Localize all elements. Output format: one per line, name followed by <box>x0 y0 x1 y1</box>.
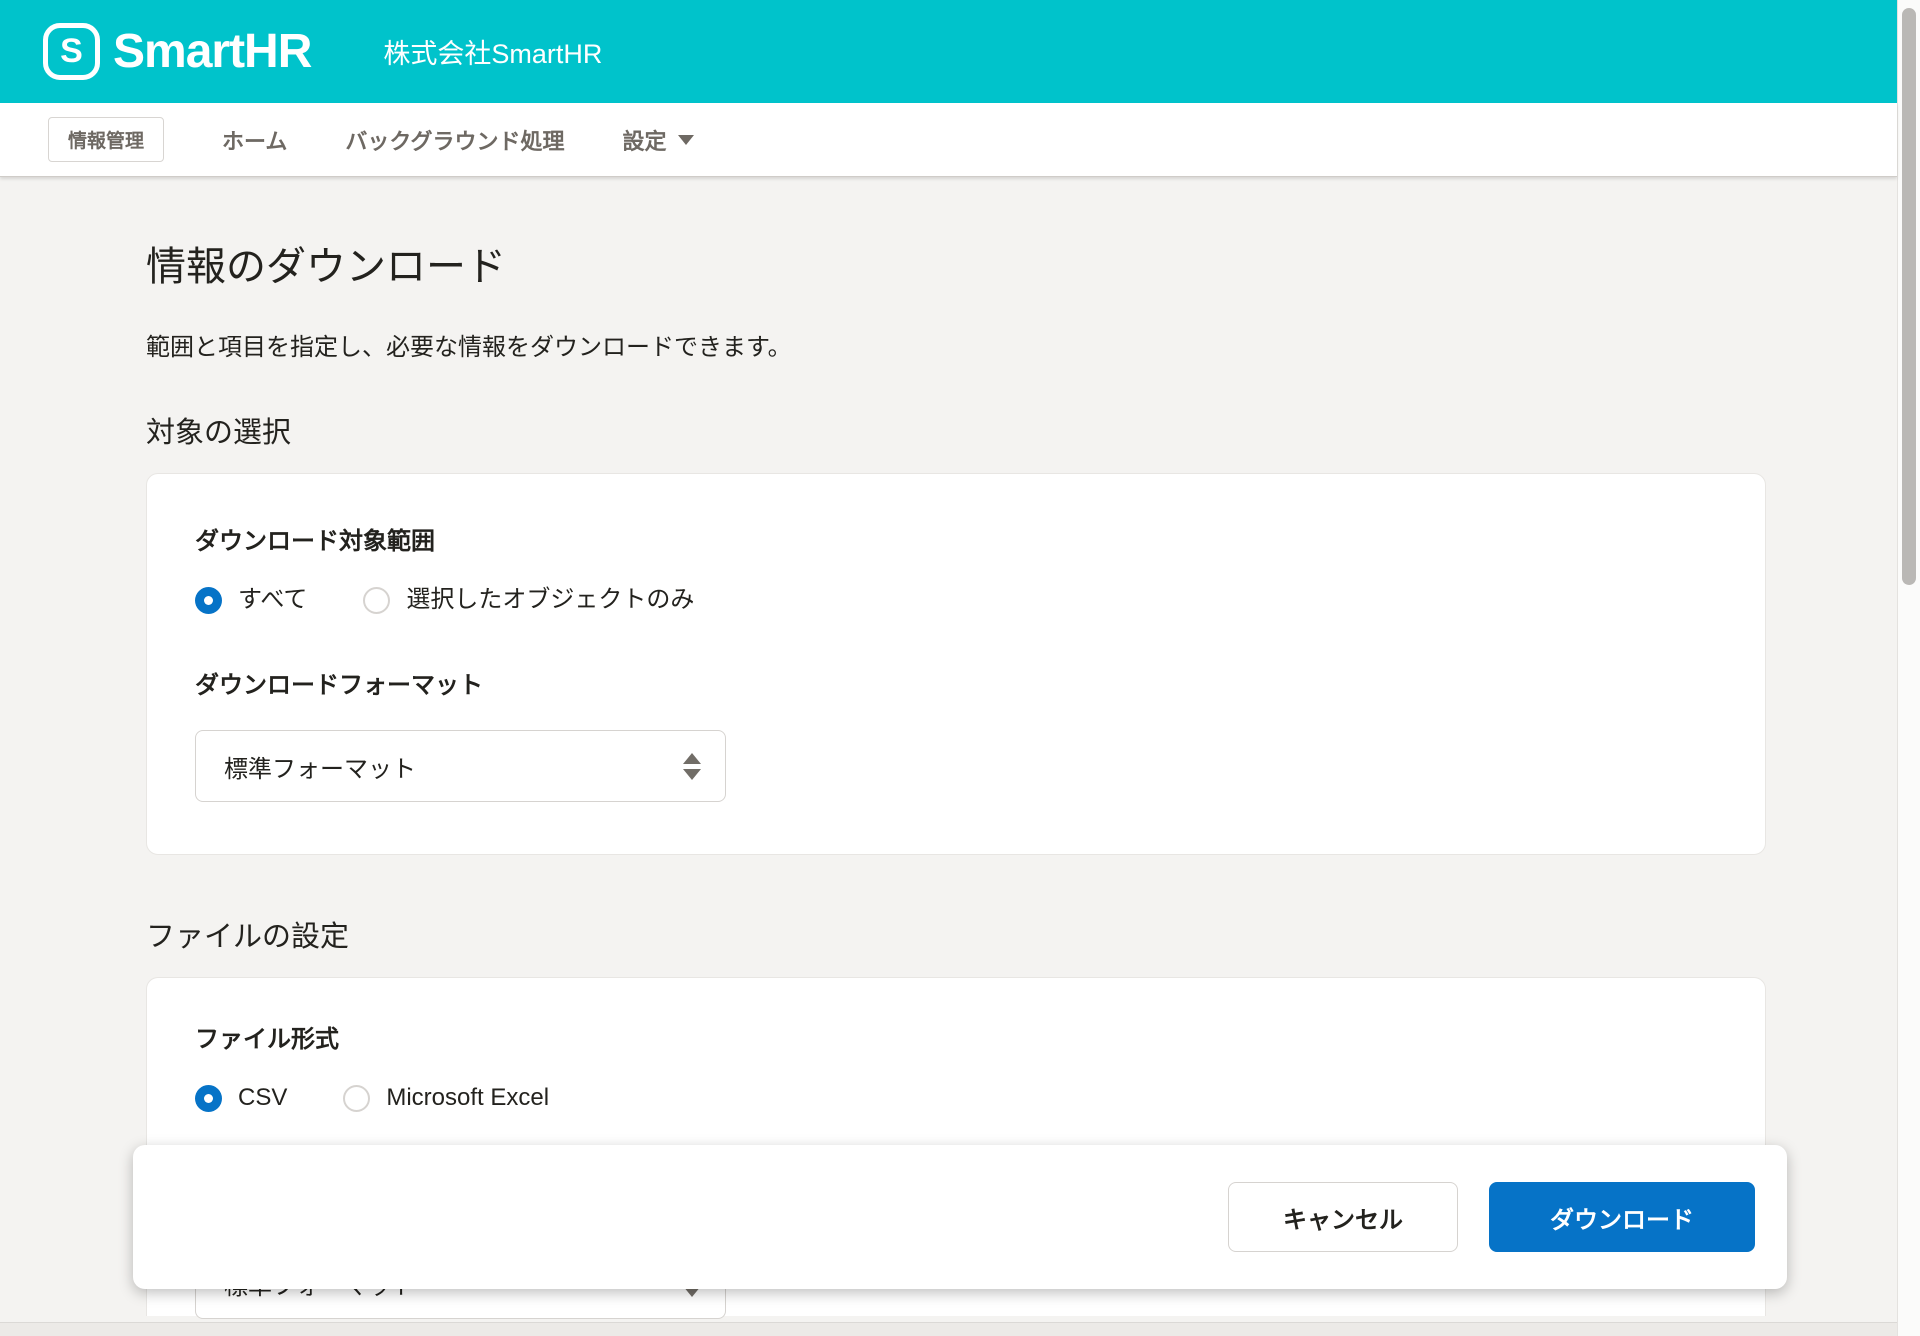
floating-action-bar: キャンセル ダウンロード <box>133 1145 1787 1289</box>
section-heading-target: 対象の選択 <box>146 413 1766 453</box>
select-arrows-icon <box>683 753 701 780</box>
page-title: 情報のダウンロード <box>146 177 1766 291</box>
radio-option-csv[interactable]: CSV <box>195 1080 287 1116</box>
company-name: 株式会社SmartHR <box>383 32 602 71</box>
nav-item-settings[interactable]: 設定 <box>622 124 693 156</box>
radio-option-csv-label: CSV <box>238 1080 287 1116</box>
target-selection-card: ダウンロード対象範囲 すべて 選択したオブジェクトのみ ダウンロードフォーマット… <box>146 473 1766 855</box>
radio-option-selected-objects-label: 選択したオブジェクトのみ <box>406 582 694 618</box>
nav-current-app-chip[interactable]: 情報管理 <box>48 117 164 162</box>
page-scroll-area: S SmartHR 株式会社SmartHR 情報管理 ホーム バックグラウンド処… <box>0 0 1897 1336</box>
nav-item-background-jobs[interactable]: バックグラウンド処理 <box>345 124 564 156</box>
vertical-scrollbar[interactable] <box>1897 0 1920 1336</box>
radio-option-excel-label: Microsoft Excel <box>386 1080 549 1116</box>
download-format-label: ダウンロードフォーマット <box>195 668 1717 704</box>
nav-item-settings-label: 設定 <box>622 124 666 156</box>
radio-option-all-label: すべて <box>238 582 307 618</box>
download-button[interactable]: ダウンロード <box>1489 1182 1755 1252</box>
download-range-label: ダウンロード対象範囲 <box>195 524 1717 560</box>
cancel-button[interactable]: キャンセル <box>1228 1182 1458 1252</box>
smarthr-logo-text: SmartHR <box>113 24 311 79</box>
page-lead: 範囲と項目を指定し、必要な情報をダウンロードできます。 <box>146 331 1766 365</box>
download-range-radio-group: すべて 選択したオブジェクトのみ <box>195 582 1717 618</box>
app-window: S SmartHR 株式会社SmartHR 情報管理 ホーム バックグラウンド処… <box>0 0 1920 1336</box>
smarthr-logo[interactable]: S SmartHR <box>43 23 311 80</box>
radio-option-selected-objects[interactable]: 選択したオブジェクトのみ <box>363 582 694 618</box>
viewport-bottom-edge <box>0 1322 1897 1336</box>
download-format-select-value: 標準フォーマット <box>224 749 416 784</box>
section-heading-file: ファイルの設定 <box>146 917 1766 957</box>
file-type-label: ファイル形式 <box>195 1022 1717 1058</box>
radio-unselected-icon[interactable] <box>363 587 390 614</box>
radio-selected-icon[interactable] <box>195 587 222 614</box>
download-format-select[interactable]: 標準フォーマット <box>195 730 726 802</box>
radio-selected-icon[interactable] <box>195 1085 222 1112</box>
file-type-radio-group: CSV Microsoft Excel <box>195 1080 1717 1116</box>
app-nav: 情報管理 ホーム バックグラウンド処理 設定 <box>0 103 1897 177</box>
vertical-scrollbar-thumb[interactable] <box>1902 8 1916 585</box>
app-header: S SmartHR 株式会社SmartHR <box>0 0 1897 103</box>
chevron-down-icon <box>678 135 694 145</box>
radio-option-excel[interactable]: Microsoft Excel <box>343 1080 549 1116</box>
radio-unselected-icon[interactable] <box>343 1085 370 1112</box>
radio-option-all[interactable]: すべて <box>195 582 307 618</box>
smarthr-logo-icon: S <box>43 23 100 80</box>
nav-item-home[interactable]: ホーム <box>222 124 287 156</box>
